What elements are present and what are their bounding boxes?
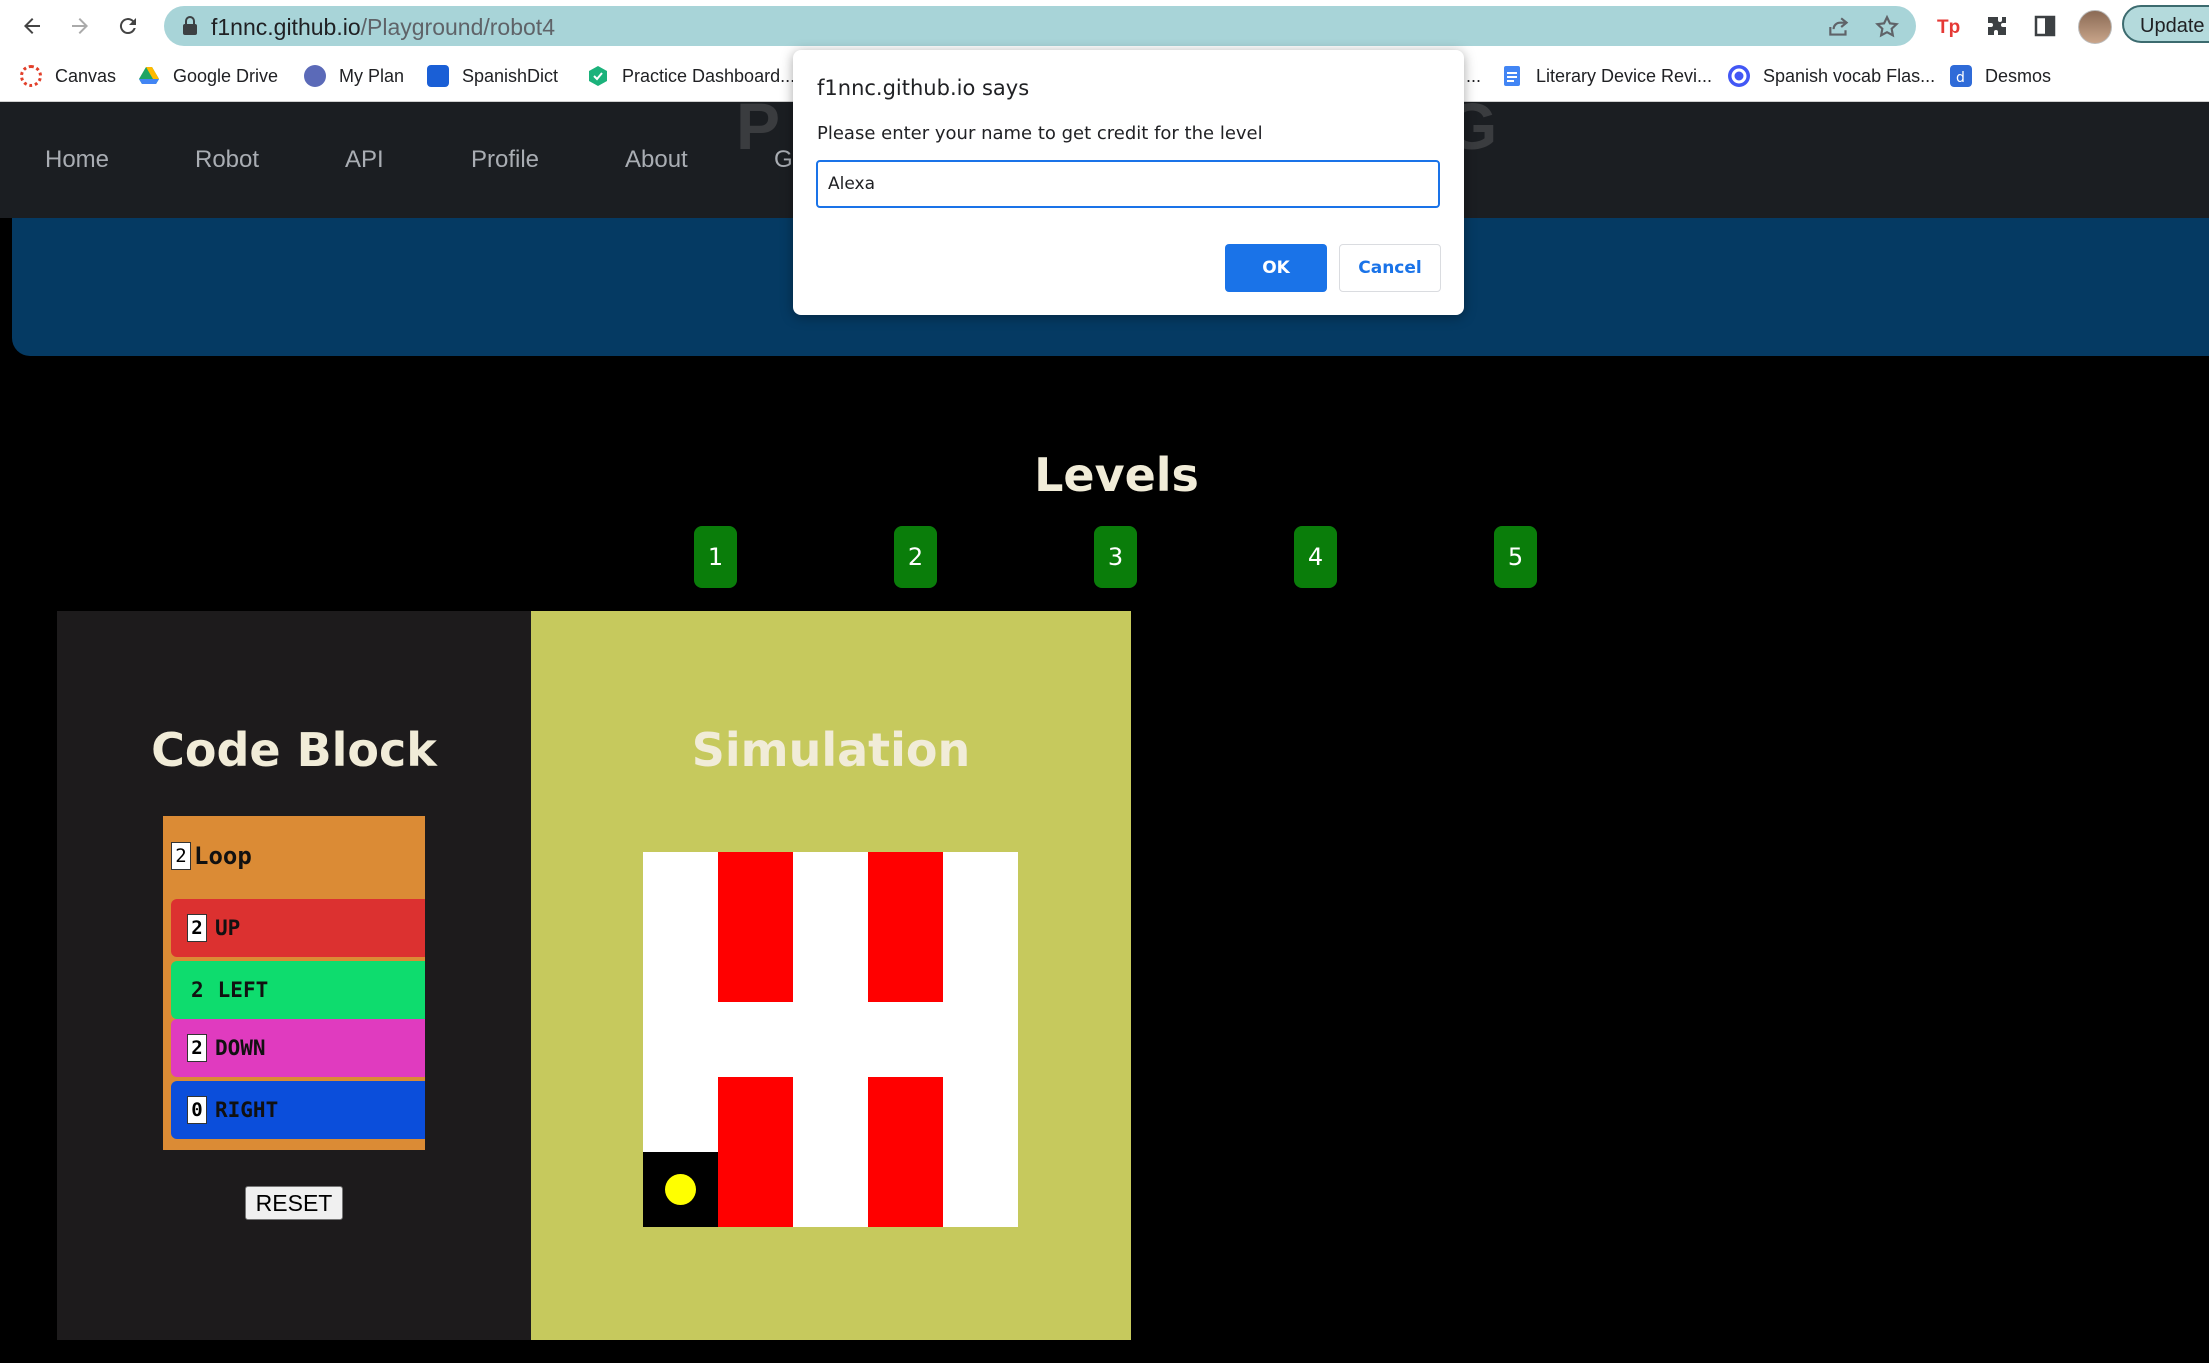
simulation-title: Simulation: [691, 723, 971, 777]
site-title-left-fragment: P: [736, 89, 787, 163]
loop-label: Loop: [194, 842, 252, 870]
wall-cell: [868, 852, 943, 927]
bookmark-label: My Plan: [339, 65, 405, 86]
forward-button[interactable]: [62, 8, 98, 44]
puzzle-icon[interactable]: [1982, 11, 2012, 41]
bookmark-label: Practice Dashboard...: [622, 65, 796, 86]
back-button[interactable]: [14, 8, 50, 44]
url-path: /Playground/robot4: [360, 14, 555, 40]
dialog-title: f1nnc.github.io says: [817, 76, 1030, 100]
bookmark-my-plan[interactable]: My Plan: [304, 60, 404, 92]
robot-cell: [643, 1152, 718, 1227]
profile-avatar[interactable]: [2078, 10, 2112, 44]
bookmark-label: Spanish vocab Flas...: [1763, 65, 1936, 86]
nav-api[interactable]: API: [345, 146, 384, 174]
bookmark-spanish-vocab[interactable]: Spanish vocab Flas...: [1728, 60, 1935, 92]
command-down[interactable]: 2 DOWN: [171, 1019, 425, 1077]
update-button[interactable]: Update: [2122, 5, 2209, 43]
bookmark-ellipsis: ...: [1466, 65, 1482, 86]
google-docs-icon: [1504, 66, 1520, 86]
bookmark-canvas[interactable]: Canvas: [20, 60, 116, 92]
command-up[interactable]: 2 UP: [171, 899, 425, 957]
command-label: UP: [215, 916, 241, 940]
reload-button[interactable]: [110, 8, 146, 44]
arrow-right-icon: [72, 18, 88, 34]
address-bar[interactable]: f1nnc.github.io/Playground/robot4: [164, 6, 1916, 46]
bookmark-desmos[interactable]: d Desmos: [1950, 60, 2051, 92]
wall-cell: [868, 1077, 943, 1152]
dialog-message: Please enter your name to get credit for…: [817, 123, 1263, 144]
reset-button[interactable]: RESET: [245, 1186, 343, 1220]
level-button-2[interactable]: 2: [894, 526, 937, 588]
name-input[interactable]: [816, 160, 1440, 208]
ok-button[interactable]: OK: [1225, 244, 1327, 292]
reload-icon: [119, 18, 136, 35]
level-button-5[interactable]: 5: [1494, 526, 1537, 588]
up-count-input[interactable]: 2: [187, 914, 207, 942]
practice-dashboard-icon: [589, 66, 607, 86]
bookmark-literary-device[interactable]: Literary Device Revi...: [1501, 60, 1712, 92]
wall-cell: [718, 1077, 793, 1152]
level-button-1[interactable]: 1: [694, 526, 737, 588]
command-left[interactable]: 2 LEFT: [171, 961, 425, 1019]
nav-profile[interactable]: Profile: [471, 146, 539, 174]
prompt-dialog: f1nnc.github.io says Please enter your n…: [793, 50, 1464, 315]
wall-cell: [868, 1152, 943, 1227]
left-count[interactable]: 2: [191, 978, 204, 1002]
url-text: f1nnc.github.io/Playground/robot4: [211, 14, 555, 41]
bookmark-label: Canvas: [55, 65, 117, 86]
wall-cell: [718, 927, 793, 1002]
bookmark-label: SpanishDict: [462, 65, 559, 86]
level-button-4[interactable]: 4: [1294, 526, 1337, 588]
down-count-input[interactable]: 2: [187, 1034, 207, 1062]
nav-about[interactable]: About: [625, 146, 688, 174]
right-count-input[interactable]: 0: [187, 1096, 207, 1124]
loop-count-input[interactable]: 2: [171, 842, 191, 870]
loop-header: 2 Loop: [171, 840, 252, 872]
wall-cell: [718, 852, 793, 927]
my-plan-icon: [304, 65, 326, 87]
wall-cell: [868, 927, 943, 1002]
robot-marker: [665, 1174, 696, 1205]
bookmark-label: Literary Device Revi...: [1536, 65, 1713, 86]
side-panel-icon[interactable]: [2030, 11, 2060, 41]
nav-robot[interactable]: Robot: [195, 146, 259, 174]
svg-text:Tp: Tp: [1937, 17, 1960, 38]
canvas-icon: [20, 65, 42, 87]
nav-home[interactable]: Home: [45, 146, 109, 174]
google-drive-icon: [139, 67, 159, 84]
star-icon[interactable]: [1874, 14, 1900, 40]
command-right[interactable]: 0 RIGHT: [171, 1081, 425, 1139]
code-block-title: Code Block: [151, 723, 437, 777]
wall-cell: [718, 1152, 793, 1227]
cancel-button[interactable]: Cancel: [1339, 244, 1441, 292]
simulation-panel: Simulation: [531, 611, 1131, 1340]
simulation-grid: [643, 852, 1018, 1227]
quizlet-icon: [1728, 65, 1750, 87]
spanishdict-icon: [427, 65, 449, 87]
bookmark-label: Desmos: [1985, 65, 2052, 86]
tp-extension-icon[interactable]: Tp: [1934, 11, 1964, 41]
desmos-icon: d: [1950, 65, 1972, 87]
url-host: f1nnc.github.io: [211, 14, 361, 40]
bookmark-spanishdict[interactable]: SpanishDict: [427, 60, 558, 92]
levels-heading: Levels: [1034, 448, 1199, 502]
bookmark-google-drive[interactable]: Google Drive: [138, 60, 278, 92]
share-icon[interactable]: [1826, 14, 1852, 40]
lock-icon: [183, 16, 197, 35]
loop-block[interactable]: 2 Loop 2 UP 2 LEFT 2 DOWN 0 RIGHT: [163, 816, 425, 1150]
svg-text:d: d: [1956, 70, 1965, 86]
level-button-3[interactable]: 3: [1094, 526, 1137, 588]
bookmark-label: Google Drive: [173, 65, 279, 86]
code-block-panel: Code Block 2 Loop 2 UP 2 LEFT 2 DOWN 0 R…: [57, 611, 531, 1340]
command-label: RIGHT: [215, 1098, 279, 1122]
arrow-left-icon: [24, 18, 40, 34]
command-label: DOWN: [215, 1036, 266, 1060]
command-label: LEFT: [217, 978, 269, 1002]
